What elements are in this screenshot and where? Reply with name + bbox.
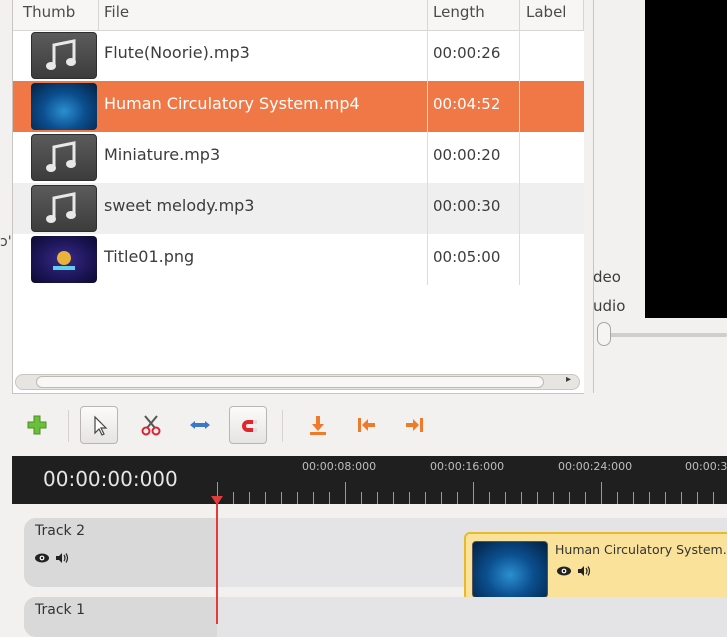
file-length: 00:00:26	[433, 44, 501, 62]
speaker-icon[interactable]	[55, 552, 69, 564]
razor-tool-button[interactable]	[132, 406, 170, 444]
timeline-tracks: Track 2 Human Circulatory System.m Track…	[12, 504, 727, 637]
column-label-header[interactable]: Label	[526, 3, 566, 21]
video-preview	[645, 0, 727, 318]
jump-end-icon	[406, 418, 423, 432]
resize-tool-button[interactable]	[181, 406, 219, 444]
add-track-button[interactable]	[18, 406, 56, 444]
track-name: Track 2	[35, 523, 85, 539]
jump-to-playhead-button[interactable]	[299, 406, 337, 444]
column-thumb-header[interactable]: Thumb	[23, 3, 75, 21]
resize-icon	[190, 421, 210, 429]
snap-magnet-icon	[242, 420, 257, 432]
file-name: Title01.png	[104, 247, 195, 266]
scrollbar-thumb[interactable]	[36, 376, 544, 388]
project-files-list[interactable]: Thumb File Length Label Flute(Noorie).mp…	[12, 0, 584, 394]
jump-playhead-icon	[310, 416, 326, 435]
file-row[interactable]: Miniature.mp3 00:00:20	[13, 132, 584, 183]
video-thumbnail	[31, 83, 97, 130]
file-length: 00:00:30	[433, 197, 501, 215]
ruler-label: 00:00:08:000	[302, 460, 377, 473]
file-length: 00:00:20	[433, 146, 501, 164]
file-name: Miniature.mp3	[104, 145, 221, 164]
horizontal-scrollbar[interactable]: ▸	[15, 374, 580, 390]
file-row[interactable]: sweet melody.mp3 00:00:30	[13, 183, 584, 234]
stray-glyph: ɔ'	[0, 234, 12, 250]
clip-title: Human Circulatory System.m	[555, 542, 727, 557]
preview-slider-track[interactable]	[597, 333, 727, 337]
file-row-selected[interactable]: Human Circulatory System.mp4 00:04:52	[13, 81, 584, 132]
music-thumbnail-icon	[31, 185, 97, 232]
file-length: 00:04:52	[433, 95, 501, 113]
razor-icon	[141, 415, 161, 436]
audio-label: udio	[593, 297, 626, 315]
music-thumbnail-icon	[31, 32, 97, 79]
column-file-header[interactable]: File	[104, 3, 129, 21]
jump-to-start-button[interactable]	[347, 406, 385, 444]
video-label: deo	[593, 268, 621, 286]
track-header[interactable]: Track 1	[24, 597, 217, 637]
scroll-right-arrow-icon[interactable]: ▸	[566, 374, 571, 385]
music-thumbnail-icon	[31, 134, 97, 181]
file-name: Human Circulatory System.mp4	[104, 94, 360, 113]
ruler-ticks	[217, 482, 714, 504]
eye-icon[interactable]	[34, 552, 50, 564]
clip-controls	[556, 562, 591, 581]
track-header[interactable]: Track 2	[24, 518, 217, 587]
jump-start-icon	[358, 418, 375, 432]
eye-icon[interactable]	[556, 565, 572, 577]
file-length: 00:05:00	[433, 248, 501, 266]
timeline-ruler[interactable]: 00:00:00:000 00:00:08:000 00:00:16:000 0…	[12, 456, 727, 504]
list-header: Thumb File Length Label	[13, 0, 584, 31]
ruler-label: 00:00:24:000	[558, 460, 633, 473]
pointer-icon	[94, 415, 108, 436]
video-clip[interactable]: Human Circulatory System.m	[464, 532, 727, 601]
playhead-line[interactable]	[216, 500, 218, 624]
current-timecode: 00:00:00:000	[43, 467, 178, 491]
track-2[interactable]: Track 2 Human Circulatory System.m	[24, 518, 727, 601]
select-tool-button[interactable]	[80, 406, 118, 444]
file-name: sweet melody.mp3	[104, 196, 255, 215]
timeline-toolbar	[0, 400, 727, 456]
image-thumbnail	[31, 236, 97, 283]
ruler-label: 00:00:16:000	[430, 460, 505, 473]
file-row[interactable]: Title01.png 00:05:00	[13, 234, 584, 285]
snapping-toggle-button[interactable]	[229, 406, 267, 444]
file-name: Flute(Noorie).mp3	[104, 43, 250, 62]
track-1[interactable]: Track 1	[24, 597, 727, 637]
clip-thumbnail	[472, 541, 548, 598]
file-row[interactable]: Flute(Noorie).mp3 00:00:26	[13, 30, 584, 81]
ruler-label: 00:00:3	[685, 460, 727, 473]
preview-slider-handle[interactable]	[597, 322, 611, 346]
jump-to-end-button[interactable]	[396, 406, 434, 444]
add-icon	[27, 415, 47, 435]
speaker-icon[interactable]	[577, 565, 591, 577]
track-name: Track 1	[35, 602, 85, 618]
track-controls	[34, 549, 69, 568]
column-length-header[interactable]: Length	[433, 3, 485, 21]
